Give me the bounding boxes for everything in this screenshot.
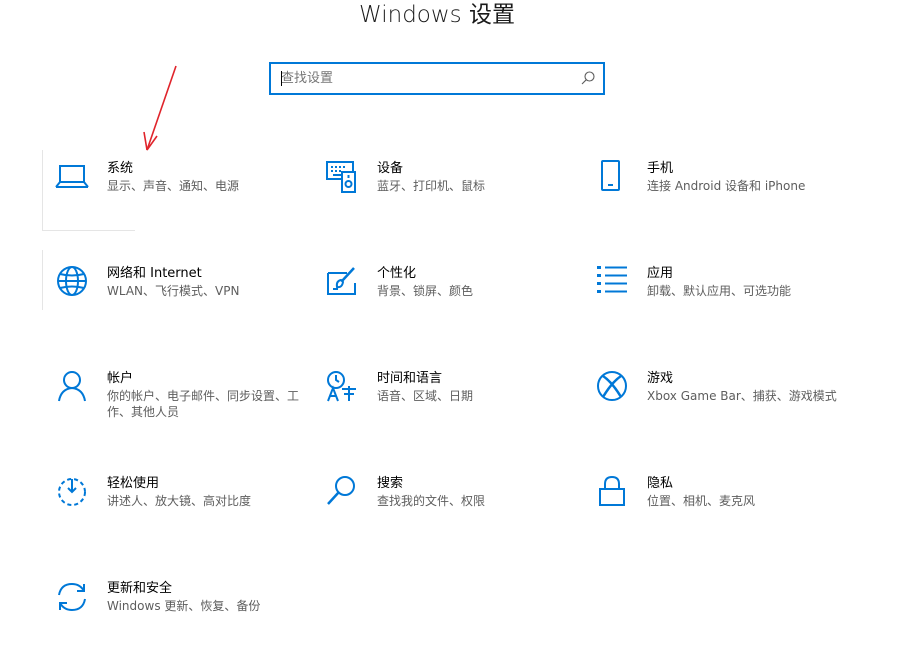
category-tile-privacy[interactable]: 隐私 位置、相机、麦克风	[595, 475, 855, 545]
category-tile-accounts[interactable]: 帐户 你的帐户、电子邮件、同步设置、工作、其他人员	[55, 370, 315, 440]
magnifier-icon	[327, 476, 355, 505]
settings-page: Windows 设置 系统 显示、声音、通知、电源	[0, 0, 914, 645]
category-description: 背景、锁屏、颜色	[377, 284, 474, 298]
category-tile-devices[interactable]: 设备 蓝牙、打印机、鼠标	[325, 160, 585, 230]
category-tile-network[interactable]: 网络和 Internet WLAN、飞行模式、VPN	[55, 265, 315, 335]
category-name: 更新和安全	[107, 581, 173, 596]
category-name: 系统	[107, 161, 134, 176]
category-name: 搜索	[377, 476, 404, 491]
category-description: 蓝牙、打印机、鼠标	[377, 179, 486, 193]
category-description: 位置、相机、麦克风	[647, 494, 756, 508]
person-icon	[58, 371, 86, 402]
category-name: 手机	[647, 161, 674, 176]
globe-icon	[57, 266, 87, 296]
laptop-icon	[55, 165, 89, 188]
paint-icon	[327, 267, 356, 295]
category-description: 你的帐户、电子邮件、同步设置、工作、其他人员	[107, 389, 300, 419]
category-description: 连接 Android 设备和 iPhone	[647, 179, 806, 193]
category-name: 轻松使用	[107, 476, 160, 491]
red-annotation-arrow-icon	[143, 65, 177, 151]
search-box[interactable]	[269, 62, 605, 95]
sync-icon	[58, 582, 86, 612]
phone-icon	[601, 160, 620, 191]
category-description: 显示、声音、通知、电源	[107, 179, 240, 193]
category-tile-gaming[interactable]: 游戏 Xbox Game Bar、捕获、游戏模式	[595, 370, 855, 440]
category-tile-time-language[interactable]: 时间和语言 语音、区域、日期	[325, 370, 585, 440]
hover-highlight-frame	[42, 250, 43, 310]
devices-icon	[326, 161, 356, 193]
apps-list-icon	[597, 266, 627, 293]
text-caret	[281, 71, 282, 86]
category-description: 查找我的文件、权限	[377, 494, 486, 508]
category-description: Windows 更新、恢复、备份	[107, 599, 261, 613]
category-description: 卸载、默认应用、可选功能	[647, 284, 792, 298]
category-name: 帐户	[107, 371, 134, 386]
category-tile-apps[interactable]: 应用 卸载、默认应用、可选功能	[595, 265, 855, 335]
category-tile-system[interactable]: 系统 显示、声音、通知、电源	[55, 160, 315, 230]
category-name: 个性化	[377, 266, 417, 281]
category-name: 设备	[377, 161, 404, 176]
page-title: Windows 设置	[359, 2, 515, 28]
category-tile-personalization[interactable]: 个性化 背景、锁屏、颜色	[325, 265, 585, 335]
xbox-icon	[597, 371, 627, 401]
category-name: 时间和语言	[377, 371, 443, 386]
time-language-icon	[327, 371, 356, 402]
lock-icon	[599, 475, 625, 506]
category-tile-update-security[interactable]: 更新和安全 Windows 更新、恢复、备份	[55, 580, 315, 645]
category-description: 讲述人、放大镜、高对比度	[107, 494, 252, 508]
search-icon[interactable]	[580, 70, 596, 86]
search-input[interactable]	[281, 64, 571, 93]
category-tile-ease-of-access[interactable]: 轻松使用 讲述人、放大镜、高对比度	[55, 475, 315, 545]
category-name: 应用	[647, 266, 674, 281]
category-name: 隐私	[647, 476, 674, 491]
category-name: 游戏	[647, 371, 674, 386]
ease-of-access-icon	[58, 478, 86, 506]
category-name: 网络和 Internet	[107, 266, 202, 281]
category-description: 语音、区域、日期	[377, 389, 474, 403]
category-description: WLAN、飞行模式、VPN	[107, 284, 240, 298]
category-tile-search[interactable]: 搜索 查找我的文件、权限	[325, 475, 585, 545]
category-tile-phone[interactable]: 手机 连接 Android 设备和 iPhone	[595, 160, 855, 230]
category-description: Xbox Game Bar、捕获、游戏模式	[647, 389, 837, 403]
